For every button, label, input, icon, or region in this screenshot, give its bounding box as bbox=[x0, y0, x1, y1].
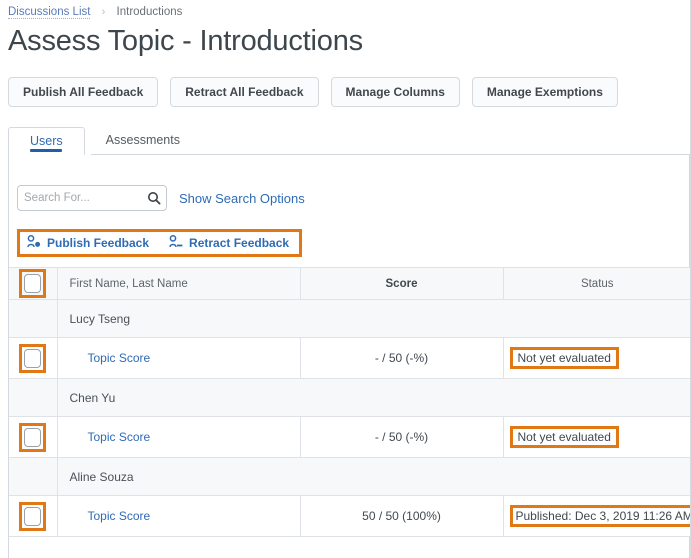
breadcrumb-current-introductions: Introductions bbox=[116, 6, 183, 18]
search-box[interactable] bbox=[17, 185, 167, 211]
table-row: Chen Yu bbox=[9, 378, 690, 417]
topic-score-link[interactable]: Topic Score bbox=[88, 430, 151, 444]
user-name: Chen Yu bbox=[56, 378, 300, 417]
topic-score-cell: Topic Score bbox=[56, 337, 300, 379]
name-row-status-cell bbox=[503, 299, 690, 338]
table-row: Topic Score - / 50 (-%) Not yet evaluate… bbox=[9, 337, 690, 379]
column-header-status[interactable]: Status bbox=[502, 267, 690, 300]
tab-assessments[interactable]: Assessments bbox=[85, 127, 201, 155]
show-search-options-link[interactable]: Show Search Options bbox=[179, 191, 305, 206]
table-row: Topic Score - / 50 (-%) Not yet evaluate… bbox=[9, 416, 690, 458]
search-row: Show Search Options bbox=[17, 185, 689, 211]
row-checkbox[interactable] bbox=[24, 427, 42, 447]
topic-score-cell: Topic Score bbox=[56, 416, 300, 458]
score-value: - / 50 (-%) bbox=[299, 416, 503, 458]
name-row-score-cell bbox=[300, 299, 503, 338]
user-retract-icon bbox=[169, 235, 183, 251]
user-name: Aline Souza bbox=[56, 457, 300, 496]
tab-users[interactable]: Users bbox=[8, 127, 85, 155]
status-cell: Published: Dec 3, 2019 11:26 AM bbox=[502, 495, 690, 537]
users-tab-panel: Show Search Options Publish Feedback bbox=[8, 154, 690, 558]
row-checkbox-highlight bbox=[19, 501, 47, 531]
status-cell: Not yet evaluated bbox=[502, 416, 690, 458]
manage-columns-button[interactable]: Manage Columns bbox=[330, 77, 460, 107]
tab-active-indicator bbox=[30, 149, 63, 152]
breadcrumb-link-discussions-list[interactable]: Discussions List bbox=[8, 6, 91, 19]
select-all-checkbox[interactable] bbox=[24, 274, 42, 293]
page-title: Assess Topic - Introductions bbox=[8, 25, 363, 57]
name-row-status-cell bbox=[503, 457, 690, 496]
topic-score-cell: Topic Score bbox=[56, 495, 300, 537]
row-select-cell bbox=[9, 416, 57, 458]
topic-score-link[interactable]: Topic Score bbox=[88, 351, 151, 365]
assessment-table: First Name, Last Name Score Status Lucy … bbox=[9, 267, 690, 537]
column-header-name[interactable]: First Name, Last Name bbox=[56, 267, 300, 300]
name-row-status-cell bbox=[503, 378, 690, 417]
select-all-highlight bbox=[19, 269, 47, 298]
row-select-cell bbox=[9, 337, 57, 379]
row-spacer-cell bbox=[9, 457, 57, 496]
table-header-row: First Name, Last Name Score Status bbox=[9, 267, 690, 300]
user-name: Lucy Tseng bbox=[56, 299, 300, 338]
status-badge: Published: Dec 3, 2019 11:26 AM bbox=[509, 505, 690, 527]
score-value: 50 / 50 (100%) bbox=[299, 495, 503, 537]
name-row-score-cell bbox=[300, 457, 503, 496]
status-badge: Not yet evaluated bbox=[509, 347, 619, 369]
publish-all-feedback-button[interactable]: Publish All Feedback bbox=[8, 77, 159, 107]
tab-users-label: Users bbox=[30, 134, 63, 148]
search-input[interactable] bbox=[18, 192, 142, 204]
select-all-header-cell bbox=[9, 267, 57, 300]
retract-feedback-label: Retract Feedback bbox=[189, 236, 290, 250]
search-icon[interactable] bbox=[142, 186, 166, 210]
row-spacer-cell bbox=[9, 378, 57, 417]
row-checkbox-highlight bbox=[19, 343, 47, 373]
score-value: - / 50 (-%) bbox=[299, 337, 503, 379]
feedback-actions-highlight: Publish Feedback Retract Feedback bbox=[17, 229, 303, 257]
row-select-cell bbox=[9, 495, 57, 537]
publish-feedback-label: Publish Feedback bbox=[47, 236, 150, 250]
retract-feedback-action[interactable]: Retract Feedback bbox=[169, 235, 289, 251]
row-spacer-cell bbox=[9, 299, 57, 338]
status-badge: Not yet evaluated bbox=[509, 426, 619, 448]
breadcrumb: Discussions List › Introductions bbox=[0, 0, 690, 19]
status-cell: Not yet evaluated bbox=[502, 337, 690, 379]
table-row: Lucy Tseng bbox=[9, 299, 690, 338]
tab-bar: Users Assessments bbox=[8, 126, 690, 155]
publish-feedback-action[interactable]: Publish Feedback bbox=[27, 235, 149, 251]
tab-assessments-label: Assessments bbox=[105, 133, 180, 147]
breadcrumb-separator-icon: › bbox=[101, 6, 106, 18]
toolbar: Publish All Feedback Retract All Feedbac… bbox=[8, 77, 690, 107]
column-header-score[interactable]: Score bbox=[299, 267, 503, 300]
row-checkbox[interactable] bbox=[24, 348, 42, 368]
name-row-score-cell bbox=[300, 378, 503, 417]
table-row: Aline Souza bbox=[9, 457, 690, 496]
table-row: Topic Score 50 / 50 (100%) Published: De… bbox=[9, 495, 690, 537]
assess-topic-page: Discussions List › Introductions Assess … bbox=[0, 0, 691, 558]
topic-score-link[interactable]: Topic Score bbox=[88, 509, 151, 523]
user-publish-icon bbox=[27, 235, 41, 251]
row-checkbox[interactable] bbox=[24, 506, 42, 526]
manage-exemptions-button[interactable]: Manage Exemptions bbox=[471, 77, 618, 107]
row-checkbox-highlight bbox=[19, 422, 47, 452]
retract-all-feedback-button[interactable]: Retract All Feedback bbox=[170, 77, 319, 107]
